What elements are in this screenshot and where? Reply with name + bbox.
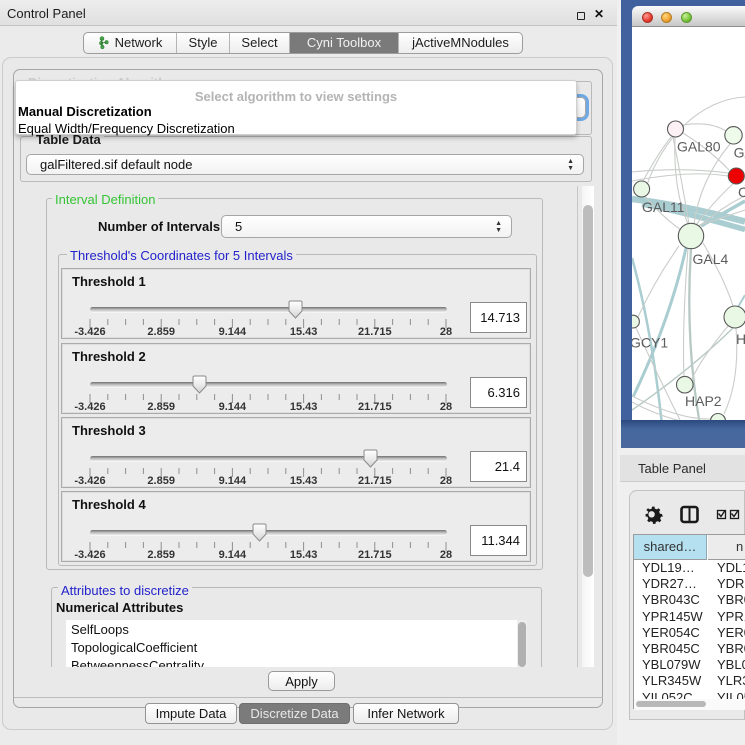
svg-text:GAL80: GAL80 [677,139,721,155]
svg-text:HAP2: HAP2 [685,393,722,409]
svg-text:H: H [736,331,745,347]
svg-text:GAL4: GAL4 [693,251,729,267]
svg-text:GAL11: GAL11 [642,199,685,215]
svg-text:CY: CY [738,184,745,200]
svg-text:GCY1: GCY1 [632,335,668,351]
svg-text:GA: GA [734,145,745,161]
